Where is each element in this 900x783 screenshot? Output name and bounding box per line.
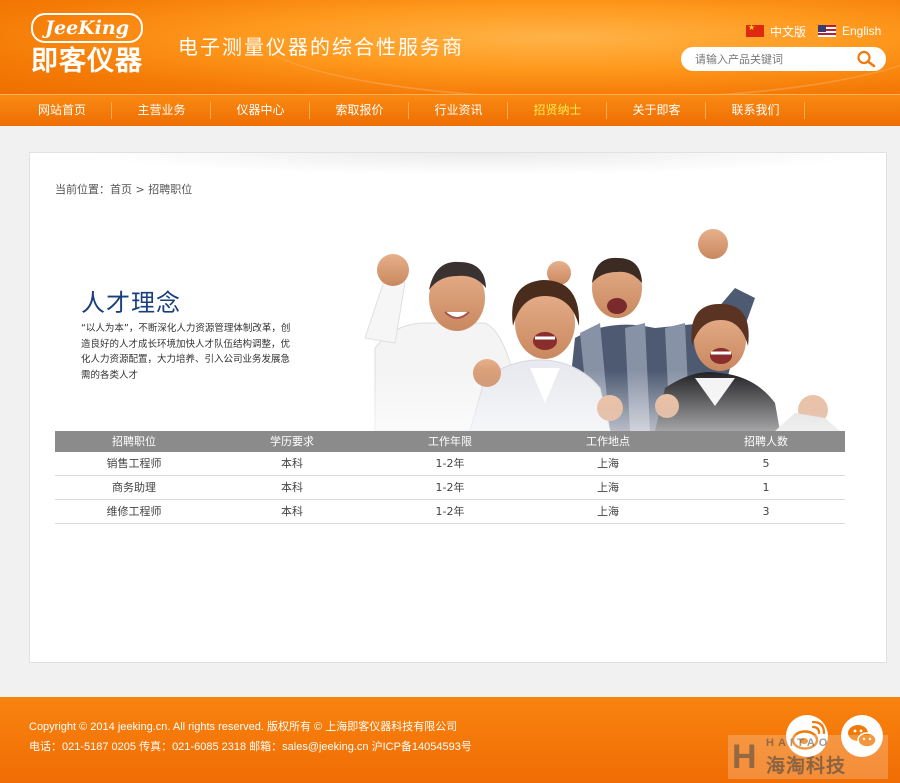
cell-position[interactable]: 销售工程师	[55, 452, 213, 475]
cell-education: 本科	[281, 457, 303, 470]
nav-item-contact[interactable]: 联系我们	[706, 95, 805, 126]
table-row[interactable]: 维修工程师 本科 1-2年 上海 3	[55, 500, 845, 524]
main-nav: 网站首页 主营业务 仪器中心 索取报价 行业资讯 招贤纳士 关于即客 联系我们	[0, 94, 900, 126]
main-content-panel: 当前位置：首页 > 招聘职位 人才理念 “以人为本”，不断深化人力资源管理体制改…	[29, 152, 887, 663]
footer-contact-info: 电话：021-5187 0205 传真：021-6085 2318 邮箱：sal…	[29, 741, 472, 753]
us-flag-icon	[818, 25, 836, 37]
search-button[interactable]	[856, 50, 876, 68]
panel-top-shadow	[80, 153, 880, 175]
table-header-row: 招聘职位 学历要求 工作年限 工作地点 招聘人数	[55, 431, 845, 452]
col-header-education: 学历要求	[270, 435, 314, 448]
cell-experience: 1-2年	[435, 457, 465, 470]
col-header-experience: 工作年限	[428, 435, 472, 448]
nav-item-business[interactable]: 主营业务	[112, 95, 211, 126]
logo-wordmark[interactable]: JeeKing	[31, 13, 143, 43]
search-box	[681, 47, 886, 71]
search-icon	[857, 50, 876, 68]
nav-item-home[interactable]: 网站首页	[0, 95, 112, 126]
cell-location: 上海	[597, 481, 619, 494]
header-slogan: 电子测量仪器的综合性服务商	[178, 35, 464, 59]
nav-item-about[interactable]: 关于即客	[607, 95, 706, 126]
banner-title: 人才理念	[81, 289, 181, 317]
nav-item-instruments[interactable]: 仪器中心	[211, 95, 310, 126]
talent-banner: 人才理念 “以人为本”，不断深化人力资源管理体制改革，创造良好的人才成长环境加快…	[55, 228, 845, 431]
cell-headcount: 5	[762, 457, 770, 470]
logo-chinese-name[interactable]: 即客仪器	[31, 46, 143, 78]
cheering-team-photo	[335, 228, 845, 431]
lang-chinese-label: 中文版	[770, 24, 807, 39]
footer-copyright: Copyright © 2014 jeeking.cn. All rights …	[29, 721, 458, 733]
cell-headcount: 3	[762, 505, 770, 518]
search-input[interactable]	[695, 50, 845, 68]
cell-education: 本科	[281, 505, 303, 518]
cell-location: 上海	[597, 457, 619, 470]
job-table: 招聘职位 学历要求 工作年限 工作地点 招聘人数 销售工程师 本科 1-2年 上…	[55, 431, 845, 524]
lang-english-label: English	[842, 24, 882, 38]
breadcrumb-separator: >	[135, 183, 145, 196]
banner-description: “以人为本”，不断深化人力资源管理体制改革，创造良好的人才成长环境加快人才队伍结…	[81, 323, 291, 381]
watermark-letter: H	[732, 738, 757, 776]
cell-location: 上海	[597, 505, 619, 518]
haitao-watermark: H HAITAO 海淘科技	[728, 735, 888, 779]
table-row[interactable]: 销售工程师 本科 1-2年 上海 5	[55, 452, 845, 476]
cell-experience: 1-2年	[435, 505, 465, 518]
table-row[interactable]: 商务助理 本科 1-2年 上海 1	[55, 476, 845, 500]
cell-position[interactable]: 维修工程师	[55, 500, 213, 523]
lang-switch-english[interactable]: English	[818, 23, 881, 39]
china-flag-icon	[746, 23, 764, 37]
cell-headcount: 1	[762, 481, 770, 494]
cell-position[interactable]: 商务助理	[55, 476, 213, 499]
breadcrumb-home-link[interactable]: 首页	[110, 183, 132, 196]
cell-experience: 1-2年	[435, 481, 465, 494]
breadcrumb: 当前位置：首页 > 招聘职位	[55, 181, 192, 197]
watermark-en: HAITAO	[766, 737, 832, 749]
cell-education: 本科	[281, 481, 303, 494]
breadcrumb-current: 招聘职位	[148, 183, 193, 196]
lang-switch-chinese[interactable]: 中文版	[746, 23, 806, 39]
nav-item-careers[interactable]: 招贤纳士	[508, 95, 607, 126]
col-header-headcount: 招聘人数	[744, 435, 788, 448]
col-header-position: 招聘职位	[112, 435, 156, 448]
watermark-cn: 海淘科技	[766, 755, 847, 777]
nav-item-news[interactable]: 行业资讯	[409, 95, 508, 126]
breadcrumb-prefix: 当前位置：	[55, 183, 110, 196]
site-header: JeeKing 即客仪器 电子测量仪器的综合性服务商 中文版 English	[0, 0, 900, 94]
col-header-location: 工作地点	[586, 435, 630, 448]
nav-item-quote[interactable]: 索取报价	[310, 95, 409, 126]
